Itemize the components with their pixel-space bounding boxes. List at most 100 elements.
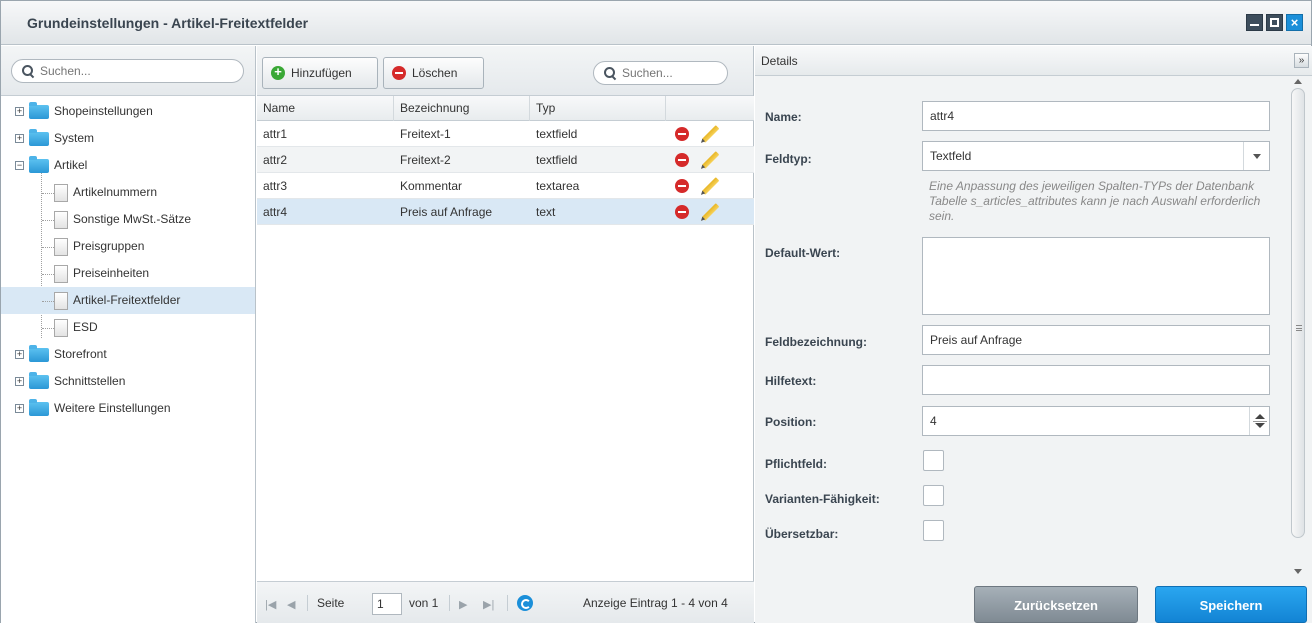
tree-item-label: System [54, 131, 95, 145]
tree-search-box[interactable] [11, 59, 244, 83]
details-header: Details » [755, 46, 1312, 76]
tree-connector [42, 328, 54, 329]
row-edit-icon[interactable] [700, 203, 720, 221]
search-icon [604, 67, 616, 79]
row-delete-icon[interactable] [675, 127, 689, 141]
document-icon [54, 184, 68, 202]
cell-type: textfield [536, 153, 578, 167]
maximize-icon [1270, 18, 1279, 27]
column-header-bezeichnung[interactable]: Bezeichnung [394, 96, 530, 121]
chevron-down-icon[interactable] [1243, 142, 1269, 170]
row-delete-icon[interactable] [675, 153, 689, 167]
stepper-down-icon[interactable] [1255, 423, 1265, 428]
tree-item-label: ESD [73, 320, 98, 334]
row-delete-icon[interactable] [675, 205, 689, 219]
tree-item-schnittstellen[interactable]: + Schnittstellen [1, 368, 255, 395]
minimize-icon [1250, 24, 1259, 26]
close-button[interactable]: × [1286, 14, 1303, 31]
scroll-thumb[interactable] [1291, 88, 1305, 538]
tree-item-preisgruppen[interactable]: Preisgruppen [1, 233, 255, 260]
settings-tree-panel: + Shopeinstellungen + System − Artikel A… [1, 46, 256, 623]
pager-display-info: Anzeige Eintrag 1 - 4 von 4 [583, 596, 728, 610]
tree-item-esd[interactable]: ESD [1, 314, 255, 341]
add-button[interactable]: Hinzufügen [262, 57, 378, 89]
first-page-icon[interactable]: |◀ [265, 598, 276, 611]
variants-checkbox[interactable] [923, 485, 944, 506]
refresh-icon[interactable] [517, 595, 533, 611]
tree-item-storefront[interactable]: + Storefront [1, 341, 255, 368]
expand-icon[interactable]: + [15, 377, 24, 386]
tree-item-artikel[interactable]: − Artikel [1, 152, 255, 179]
page-number-input[interactable]: 1 [372, 593, 402, 615]
tree-connector [42, 247, 54, 248]
column-header-name[interactable]: Name [257, 96, 394, 121]
tree-toolbar [1, 46, 255, 96]
translatable-checkbox[interactable] [923, 520, 944, 541]
helptext-field[interactable] [922, 365, 1270, 395]
tree-connector [42, 301, 54, 302]
translatable-label: Übersetzbar: [765, 527, 839, 541]
table-row[interactable]: attr1 Freitext-1 textfield [257, 121, 754, 147]
default-value-textarea[interactable] [922, 237, 1270, 315]
folder-icon [29, 129, 49, 146]
prev-page-icon[interactable]: ◀ [287, 598, 295, 611]
collapse-icon[interactable]: − [15, 161, 24, 170]
tree-item-weitere-einstellungen[interactable]: + Weitere Einstellungen [1, 395, 255, 422]
tree-item-system[interactable]: + System [1, 125, 255, 152]
fieldlabel-field[interactable]: Preis auf Anfrage [922, 325, 1270, 355]
required-checkbox[interactable] [923, 450, 944, 471]
document-icon [54, 211, 68, 229]
tree-item-sonstige-mwst[interactable]: Sonstige MwSt.-Sätze [1, 206, 255, 233]
grid-search-input[interactable] [622, 66, 717, 80]
tree-item-artikel-freitextfelder[interactable]: Artikel-Freitextfelder [1, 287, 255, 314]
folder-icon [29, 102, 49, 119]
tree-item-label: Weitere Einstellungen [54, 401, 171, 415]
tree-item-preiseinheiten[interactable]: Preiseinheiten [1, 260, 255, 287]
expand-icon[interactable]: + [15, 350, 24, 359]
next-page-icon[interactable]: ▶ [459, 598, 467, 611]
row-delete-icon[interactable] [675, 179, 689, 193]
scroll-up-icon[interactable] [1294, 79, 1302, 84]
stepper-up-icon[interactable] [1255, 414, 1265, 419]
delete-button[interactable]: Löschen [383, 57, 484, 89]
position-field[interactable]: 4 [922, 406, 1270, 436]
pager-separator [507, 595, 508, 611]
table-row[interactable]: attr3 Kommentar textarea [257, 173, 754, 199]
row-edit-icon[interactable] [700, 125, 720, 143]
column-header-typ[interactable]: Typ [530, 96, 666, 121]
row-edit-icon[interactable] [700, 177, 720, 195]
tree-item-label: Preiseinheiten [73, 266, 150, 280]
name-field[interactable]: attr4 [922, 101, 1270, 131]
tree-item-shopeinstellungen[interactable]: + Shopeinstellungen [1, 98, 255, 125]
details-scrollbar[interactable] [1290, 76, 1307, 576]
position-label: Position: [765, 415, 817, 429]
save-button[interactable]: Speichern [1155, 586, 1307, 623]
grid-search-box[interactable] [593, 61, 728, 85]
fieldtype-help-text: Eine Anpassung des jeweiligen Spalten-TY… [929, 179, 1261, 223]
page-count-label: von 1 [409, 596, 439, 610]
tree-item-label: Artikel-Freitextfelder [73, 293, 181, 307]
expand-icon[interactable]: + [15, 134, 24, 143]
window-title: Grundeinstellungen - Artikel-Freitextfel… [27, 15, 309, 31]
scroll-down-icon[interactable] [1294, 569, 1302, 574]
cell-type: text [536, 205, 556, 219]
last-page-icon[interactable]: ▶| [483, 598, 494, 611]
tree-search-input[interactable] [40, 64, 190, 78]
minimize-button[interactable] [1246, 14, 1263, 31]
cell-type: textarea [536, 179, 580, 193]
expand-icon[interactable]: + [15, 404, 24, 413]
reset-button[interactable]: Zurücksetzen [974, 586, 1138, 623]
window-titlebar[interactable]: Grundeinstellungen - Artikel-Freitextfel… [1, 1, 1311, 45]
collapse-panel-button[interactable]: » [1294, 53, 1309, 68]
row-edit-icon[interactable] [700, 151, 720, 169]
position-stepper[interactable] [1249, 407, 1269, 435]
table-row[interactable]: attr4 Preis auf Anfrage text [257, 199, 754, 225]
settings-window: Grundeinstellungen - Artikel-Freitextfel… [0, 0, 1312, 623]
table-row[interactable]: attr2 Freitext-2 textfield [257, 147, 754, 173]
tree-connector [42, 220, 54, 221]
expand-icon[interactable]: + [15, 107, 24, 116]
maximize-button[interactable] [1266, 14, 1283, 31]
fieldtype-select[interactable]: Textfeld [922, 141, 1270, 171]
tree-item-artikelnummern[interactable]: Artikelnummern [1, 179, 255, 206]
document-icon [54, 265, 68, 283]
